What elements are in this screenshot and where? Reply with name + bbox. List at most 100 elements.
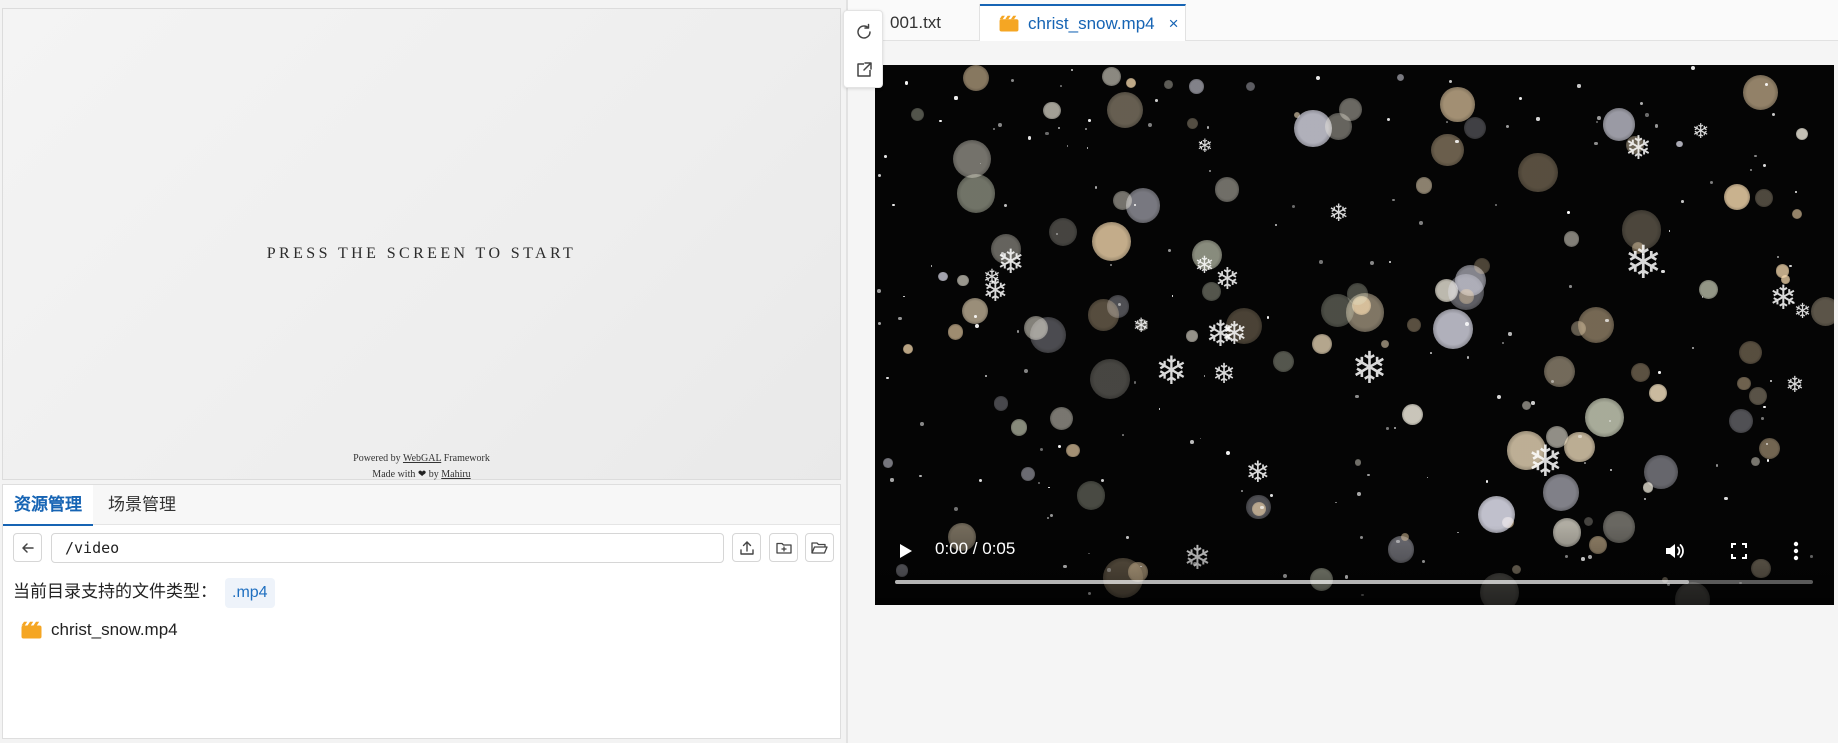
star-speck — [1357, 492, 1361, 496]
snowflake-icon: ❄ — [1197, 136, 1213, 158]
star-speck — [1777, 255, 1780, 258]
more-options-icon[interactable] — [1792, 540, 1800, 562]
star-speck — [1577, 84, 1581, 88]
star-speck — [954, 96, 958, 100]
bokeh-light — [1463, 116, 1487, 140]
star-speck — [1155, 99, 1159, 103]
star-speck — [1199, 437, 1202, 440]
star-speck — [1594, 141, 1599, 146]
supported-types-label: 当前目录支持的文件类型： — [13, 582, 217, 601]
bokeh-light — [1563, 231, 1580, 247]
bokeh-light — [1796, 127, 1809, 140]
star-speck — [877, 321, 882, 325]
video-player[interactable]: ❄❄❄❄❄❄❄❄❄❄❄❄❄❄❄❄❄❄❄❄❄❄ 0:00 / 0:05 — [875, 65, 1834, 605]
arrow-left-icon — [21, 542, 34, 553]
star-speck — [1241, 489, 1243, 492]
star-speck — [1644, 498, 1647, 501]
tab-asset-manager[interactable]: 资源管理 — [3, 485, 93, 526]
star-speck — [1595, 120, 1598, 123]
star-speck — [1691, 66, 1696, 70]
star-speck — [1418, 221, 1423, 225]
bokeh-light — [1402, 404, 1424, 426]
editor-area: 001.txt christ_snow.mp4 × ❄ ❄ ❄ ❄ ❄ ❄ ❄ ❄ ❄ ❄ ❄ ❄ ❄ ❄… — [848, 0, 1838, 743]
star-speck — [930, 265, 933, 267]
bokeh-light — [1521, 401, 1531, 411]
bokeh-light — [910, 107, 925, 122]
bokeh-light — [1354, 459, 1362, 466]
star-speck — [1316, 75, 1321, 80]
tab-christ-snow-mp4[interactable]: christ_snow.mp4 × — [980, 4, 1186, 41]
bokeh-light — [1440, 87, 1475, 122]
star-speck — [1047, 516, 1050, 519]
star-speck — [1605, 319, 1609, 323]
upload-button[interactable] — [732, 533, 761, 562]
bokeh-light — [1811, 296, 1834, 326]
star-speck — [1024, 369, 1029, 374]
new-file-button[interactable] — [769, 533, 798, 562]
snowflake-icon: ❄ — [1785, 371, 1805, 398]
star-speck — [1110, 264, 1113, 267]
path-input[interactable]: /video — [51, 533, 724, 563]
bokeh-light — [1415, 177, 1433, 194]
star-speck — [998, 123, 1003, 127]
webgal-link[interactable]: WebGAL — [403, 453, 441, 464]
upload-icon — [739, 540, 754, 555]
star-speck — [1355, 395, 1359, 399]
snowflake-icon: ❄ — [1328, 198, 1349, 227]
credits: Powered by WebGAL Framework Made with ❤ … — [3, 451, 840, 483]
bokeh-light — [1758, 437, 1781, 460]
volume-icon[interactable] — [1663, 540, 1685, 562]
open-folder-button[interactable] — [805, 533, 834, 562]
back-button[interactable] — [13, 533, 42, 562]
bokeh-light — [1459, 289, 1474, 304]
supported-types-row: 当前目录支持的文件类型： .mp4 — [13, 577, 275, 608]
snowflake-icon: ❄ — [982, 273, 1009, 310]
star-speck — [1692, 347, 1695, 350]
snowflake-icon: ❄ — [1132, 313, 1150, 337]
bokeh-light — [1751, 457, 1761, 466]
snowflake-icon: ❄ — [1245, 455, 1271, 490]
bokeh-light — [1087, 299, 1120, 331]
bokeh-light — [1631, 362, 1651, 382]
bokeh-light — [1186, 330, 1198, 342]
bokeh-light — [1092, 221, 1132, 261]
bokeh-light — [883, 458, 893, 468]
bokeh-light — [947, 324, 964, 340]
star-speck — [1771, 112, 1775, 116]
bokeh-light — [1011, 419, 1028, 436]
star-speck — [1134, 203, 1137, 206]
star-speck — [1206, 126, 1210, 129]
star-speck — [1369, 261, 1374, 266]
star-speck — [1789, 264, 1792, 268]
press-to-start-text[interactable]: PRESS THE SCREEN TO START — [3, 245, 840, 263]
refresh-button[interactable] — [844, 13, 884, 51]
bokeh-light — [1186, 118, 1198, 129]
star-speck — [1209, 169, 1212, 172]
tab-scene-manager[interactable]: 场景管理 — [97, 485, 187, 525]
star-speck — [1715, 464, 1719, 467]
star-speck — [1266, 316, 1270, 320]
star-speck — [1508, 332, 1512, 336]
bokeh-light — [1742, 75, 1778, 110]
bokeh-light — [1325, 113, 1353, 140]
heart-icon: ❤ — [417, 469, 427, 480]
bokeh-light — [938, 271, 948, 282]
bokeh-light — [1043, 101, 1061, 120]
fullscreen-icon[interactable] — [1729, 541, 1749, 561]
video-progress-track[interactable] — [895, 580, 1813, 584]
game-preview[interactable]: PRESS THE SCREEN TO START Powered by Web… — [2, 8, 841, 480]
bokeh-light — [1066, 443, 1080, 458]
powered-suffix: Framework — [443, 453, 490, 464]
mahiru-link[interactable]: Mahiru — [441, 469, 470, 480]
star-speck — [993, 127, 996, 131]
open-external-button[interactable] — [844, 51, 884, 89]
snowflake-icon: ❄ — [1624, 235, 1663, 289]
bokeh-light — [1749, 387, 1768, 405]
star-speck — [1505, 124, 1509, 128]
file-item[interactable]: christ_snow.mp4 — [13, 617, 178, 643]
star-speck — [1569, 285, 1572, 288]
bokeh-light — [1320, 294, 1354, 327]
close-icon[interactable]: × — [1169, 5, 1179, 42]
star-speck — [1762, 163, 1766, 167]
play-icon[interactable] — [895, 541, 915, 561]
